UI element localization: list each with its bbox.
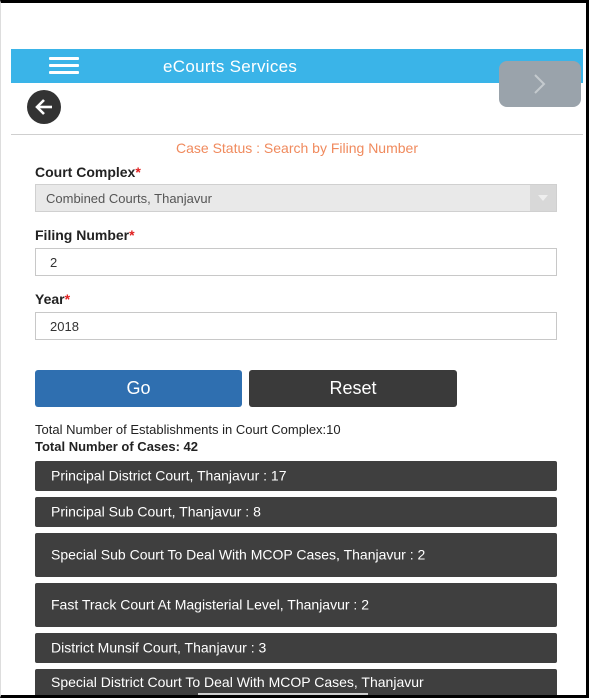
app-screen: eCourts Services Case Status : Search by… xyxy=(0,0,589,698)
page-subtitle: Case Status : Search by Filing Number xyxy=(176,140,418,156)
header-divider xyxy=(11,134,583,135)
hamburger-menu-icon[interactable] xyxy=(49,57,79,75)
required-mark: * xyxy=(64,291,71,307)
court-complex-value: Combined Courts, Thanjavur xyxy=(46,191,212,206)
filing-number-input[interactable] xyxy=(35,248,557,276)
court-item-label: Fast Track Court At Magisterial Level, T… xyxy=(51,596,369,613)
app-bar: eCourts Services xyxy=(11,49,583,83)
court-item-label: Special Sub Court To Deal With MCOP Case… xyxy=(51,546,426,563)
scrollbar-thumb[interactable] xyxy=(198,693,368,695)
court-item-label: Special District Court To Deal With MCOP… xyxy=(51,674,424,690)
establishments-count: Total Number of Establishments in Court … xyxy=(35,422,341,437)
chevron-down-icon xyxy=(538,195,548,201)
required-mark: * xyxy=(129,227,135,243)
court-item[interactable]: Principal Sub Court, Thanjavur : 8 xyxy=(35,497,557,527)
year-label: Year* xyxy=(35,291,71,307)
next-page-button[interactable] xyxy=(499,61,581,107)
chevron-right-icon xyxy=(534,74,546,94)
dropdown-caret xyxy=(530,185,556,211)
arrow-left-icon xyxy=(35,99,52,115)
court-item[interactable]: Fast Track Court At Magisterial Level, T… xyxy=(35,583,557,627)
court-item[interactable]: District Munsif Court, Thanjavur : 3 xyxy=(35,633,557,663)
court-item[interactable]: Special Sub Court To Deal With MCOP Case… xyxy=(35,533,557,577)
court-complex-label: Court Complex* xyxy=(35,164,141,180)
court-complex-select[interactable]: Combined Courts, Thanjavur xyxy=(35,184,557,212)
court-item-label: District Munsif Court, Thanjavur : 3 xyxy=(51,639,267,656)
app-title: eCourts Services xyxy=(163,57,298,76)
go-button[interactable]: Go xyxy=(35,370,242,407)
court-item-label: Principal Sub Court, Thanjavur : 8 xyxy=(51,503,261,520)
filing-number-label: Filing Number* xyxy=(35,227,135,243)
court-item[interactable]: Principal District Court, Thanjavur : 17 xyxy=(35,461,557,491)
reset-button[interactable]: Reset xyxy=(249,370,457,407)
court-item-label: Principal District Court, Thanjavur : 17 xyxy=(51,467,287,484)
cases-count: Total Number of Cases: 42 xyxy=(35,439,199,454)
year-input[interactable] xyxy=(35,312,557,340)
back-button[interactable] xyxy=(27,90,61,124)
required-mark: * xyxy=(135,164,141,180)
